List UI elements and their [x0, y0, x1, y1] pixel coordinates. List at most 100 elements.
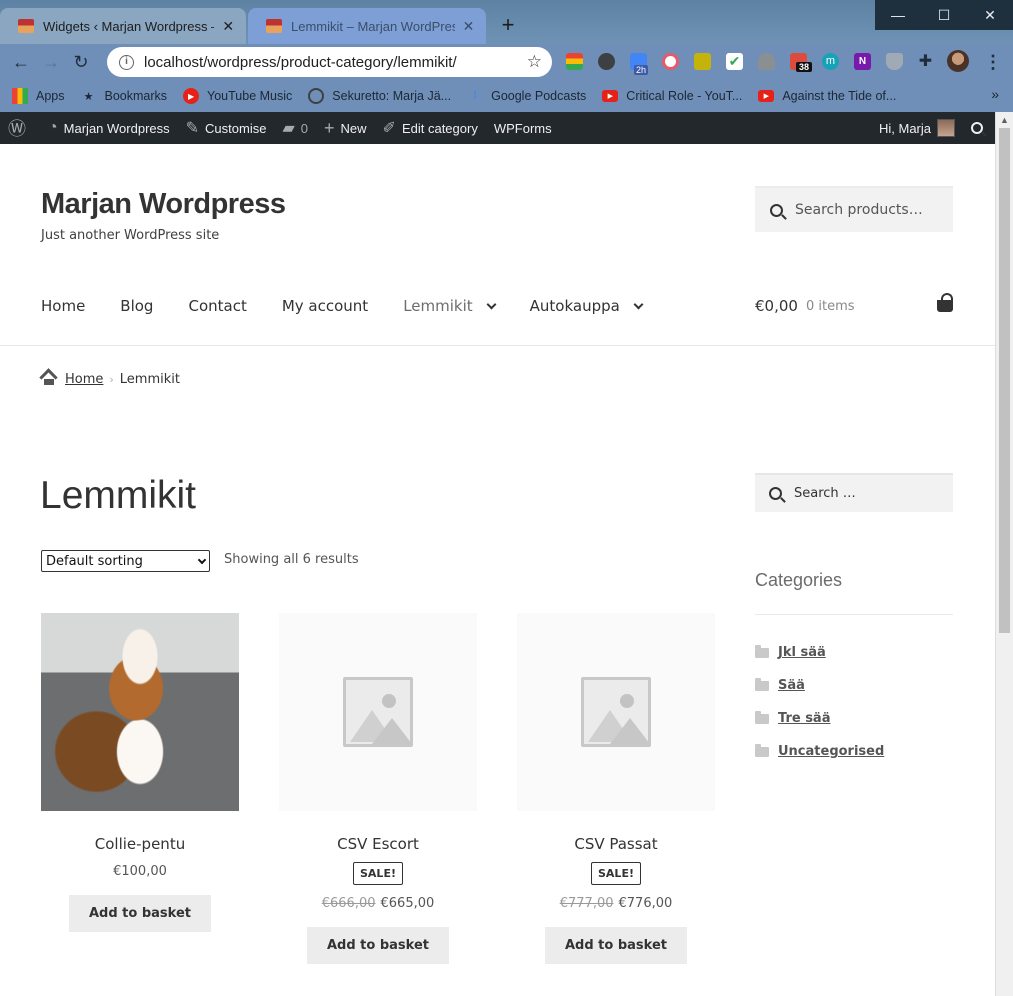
nav-item-blog[interactable]: Blog	[120, 297, 153, 315]
tab-lemmikit[interactable]: Lemmikit – Marjan WordPress ✕	[248, 8, 486, 44]
product-search-input[interactable]: Search products…	[755, 186, 953, 232]
adminbar-customise[interactable]: ✎ Customise	[178, 112, 275, 144]
product-card: Collie-pentu €100,00 Add to basket	[41, 613, 239, 932]
globe-icon	[308, 88, 325, 104]
adminbar-wpforms-label: WPForms	[493, 120, 552, 136]
extension-icon[interactable]	[662, 53, 679, 70]
product-image-collie[interactable]	[41, 613, 239, 811]
image-placeholder-icon	[581, 677, 651, 747]
more-bookmarks-icon[interactable]: »	[991, 86, 999, 102]
calendar-badge: 2h	[634, 65, 649, 75]
adminbar-edit-category[interactable]: ✐ Edit category	[375, 112, 486, 144]
extension-icon[interactable]: m	[822, 53, 839, 70]
scroll-up-icon[interactable]: ▲	[1000, 115, 1009, 125]
tab-widgets[interactable]: Widgets ‹ Marjan Wordpress — W ✕	[0, 8, 246, 44]
adminbar-account[interactable]: Hi, Marja	[871, 112, 963, 144]
product-image-placeholder[interactable]	[517, 613, 715, 811]
bookmark-youtube-music[interactable]: ▶ YouTube Music	[183, 88, 292, 104]
close-window-icon[interactable]: ✕	[967, 0, 1013, 30]
puzzle-extensions-icon[interactable]: ✚	[917, 53, 934, 70]
search-placeholder: Search …	[794, 486, 856, 501]
bookmark-google-podcasts[interactable]: ⁞ Google Podcasts	[467, 88, 586, 104]
result-count: Showing all 6 results	[224, 552, 359, 567]
close-tab-icon[interactable]: ✕	[461, 18, 476, 35]
profile-avatar[interactable]	[947, 50, 969, 72]
close-tab-icon[interactable]: ✕	[220, 18, 236, 35]
adminbar-new[interactable]: + New	[316, 112, 375, 144]
category-link[interactable]: Tre sää	[778, 711, 830, 726]
extension-icon[interactable]	[694, 53, 711, 70]
nav-item-autokauppa[interactable]: Autokauppa	[530, 297, 644, 315]
adminbar-wpforms[interactable]: WPForms	[486, 112, 560, 144]
sidebar-search-input[interactable]: Search …	[755, 473, 953, 512]
add-to-basket-button[interactable]: Add to basket	[306, 927, 449, 964]
folder-icon	[755, 710, 769, 724]
product-name[interactable]: Collie-pentu	[41, 835, 239, 853]
image-placeholder-icon	[343, 677, 413, 747]
address-bar[interactable]: i localhost/wordpress/product-category/l…	[107, 47, 552, 77]
nav-item-lemmikit[interactable]: Lemmikit	[403, 297, 497, 315]
bookmark-against-the-tide[interactable]: ▶ Against the Tide of...	[758, 89, 896, 103]
sorting-select[interactable]: Default sorting	[41, 550, 210, 572]
nav-item-home[interactable]: Home	[41, 297, 85, 315]
maximize-icon[interactable]: ☐	[921, 0, 967, 30]
page-scrollbar[interactable]: ▲	[995, 112, 1013, 996]
scrollbar-thumb[interactable]	[999, 128, 1010, 633]
site-tagline: Just another WordPress site	[41, 228, 220, 243]
wordpress-logo-icon[interactable]: Ⓦ	[0, 112, 40, 144]
site-info-icon[interactable]: i	[119, 54, 134, 70]
mini-cart[interactable]: €0,00 0 items	[755, 293, 953, 315]
chevron-down-icon[interactable]	[486, 299, 497, 309]
back-arrow-icon[interactable]: ←	[6, 47, 36, 77]
new-tab-button[interactable]: +	[496, 12, 520, 38]
basket-icon[interactable]	[937, 293, 953, 312]
menu-kebab-icon[interactable]: ⋮	[984, 52, 1002, 73]
product-name[interactable]: CSV Escort	[279, 835, 477, 853]
site-title[interactable]: Marjan Wordpress	[41, 188, 286, 221]
product-name[interactable]: CSV Passat	[517, 835, 715, 853]
extension-icon[interactable]	[566, 53, 583, 70]
category-link[interactable]: Sää	[778, 678, 805, 693]
nav-item-contact[interactable]: Contact	[188, 297, 246, 315]
youtube-music-icon: ▶	[183, 88, 200, 104]
add-to-basket-button[interactable]: Add to basket	[68, 895, 211, 932]
chevron-down-icon[interactable]	[633, 299, 644, 309]
onenote-extension-icon[interactable]: N	[854, 53, 871, 70]
todoist-badge: 38	[796, 62, 813, 72]
minimize-icon[interactable]: —	[875, 0, 921, 30]
reload-icon[interactable]: ↻	[66, 47, 96, 77]
adminbar-site[interactable]: ◔ Marjan Wordpress	[40, 112, 178, 144]
cart-total: €0,00	[755, 297, 798, 315]
category-link[interactable]: Jkl sää	[778, 645, 826, 660]
adminbar-edit-label: Edit category	[401, 120, 478, 136]
bookmark-bookmarks[interactable]: ★ Bookmarks	[81, 88, 167, 104]
site-page: Marjan Wordpress Just another WordPress …	[0, 144, 995, 996]
add-to-basket-button[interactable]: Add to basket	[544, 927, 687, 964]
breadcrumb-home-link[interactable]: Home	[65, 372, 103, 387]
sale-badge: SALE!	[353, 862, 403, 885]
extension-icon[interactable]	[598, 53, 615, 70]
bookmark-critical-role[interactable]: ▶ Critical Role - YouT...	[602, 89, 742, 103]
price-old: €666,00	[321, 896, 376, 911]
bookmark-apps[interactable]: Apps	[12, 88, 65, 104]
nav-item-my-account[interactable]: My account	[282, 297, 368, 315]
youtube-icon: ▶	[758, 90, 775, 102]
forward-arrow-icon[interactable]: →	[36, 47, 66, 77]
adminbar-comments[interactable]: ▰ 0	[274, 112, 316, 144]
extension-icon[interactable]	[758, 53, 775, 70]
sale-badge: SALE!	[591, 862, 641, 885]
bookmark-sekuretto[interactable]: Sekuretto: Marja Jä...	[308, 88, 451, 104]
checkmark-extension-icon[interactable]: ✔	[726, 53, 743, 70]
folder-icon	[755, 677, 769, 691]
product-card: CSV Escort SALE! €666,00 €665,00 Add to b…	[279, 613, 477, 964]
product-image-placeholder[interactable]	[279, 613, 477, 811]
shield-extension-icon[interactable]	[886, 53, 903, 70]
category-link[interactable]: Uncategorised	[778, 744, 884, 759]
adminbar-new-label: New	[340, 120, 367, 136]
paintbrush-icon: ✎	[185, 120, 200, 137]
adminbar-search-icon[interactable]	[963, 112, 995, 144]
tab-strip: Widgets ‹ Marjan Wordpress — W ✕ Lemmiki…	[0, 0, 1013, 44]
bookmark-star-icon[interactable]: ☆	[527, 52, 542, 72]
window-controls: — ☐ ✕	[875, 0, 1013, 30]
url-text[interactable]: localhost/wordpress/product-category/lem…	[144, 54, 527, 71]
